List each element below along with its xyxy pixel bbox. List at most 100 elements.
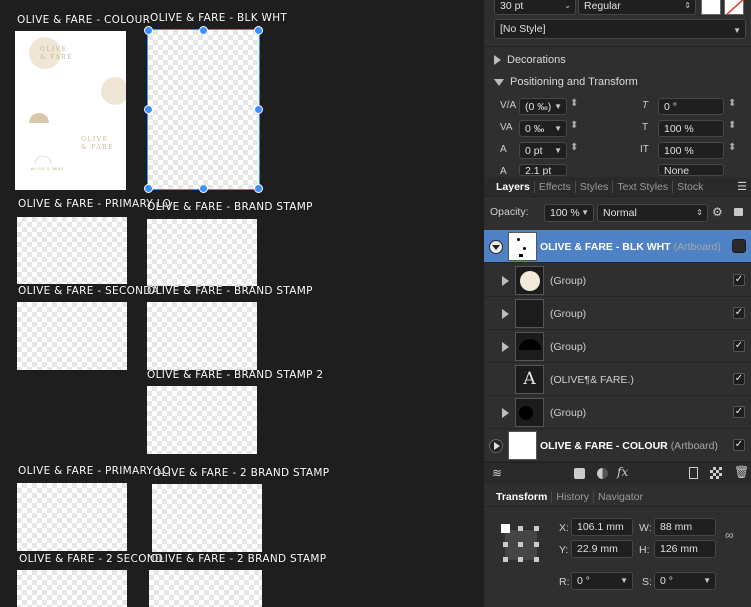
w-field[interactable]: 88 mm [654,518,716,536]
stepper-icon[interactable]: ⬍ [728,120,736,131]
artboard-label-brand-stamp-b[interactable]: OLIVE & FARE - BRAND STAMP [147,285,313,297]
artboard-2-brand-stamp[interactable] [152,484,262,552]
selection-handle-t[interactable] [199,26,208,35]
baseline-field[interactable]: 0 pt ▼ [519,142,567,159]
panel-menu-icon[interactable]: ☰ [737,180,747,193]
blend-mode-select[interactable]: Normal ⇕ [597,204,708,222]
kerning-field[interactable]: (0 ‰) ▼ [519,98,567,115]
artboard-2-secondary[interactable] [17,570,127,607]
artboard-label-colour[interactable]: OLIVE & FARE - COLOUR [17,14,150,26]
caps-field[interactable]: None [658,164,724,176]
mask-icon[interactable] [574,468,585,479]
fx-icon[interactable]: fx [617,465,628,479]
expand-arrow-icon[interactable] [502,276,509,286]
artboard-label-brand-stamp-2[interactable]: OLIVE & FARE - BRAND STAMP 2 [147,369,323,381]
artboard-label-brand-stamp[interactable]: OLIVE & FARE - BRAND STAMP [147,201,313,213]
font-weight-select[interactable]: Regular ⇕ [578,0,696,15]
selection-handle-tr[interactable] [254,26,263,35]
stepper-icon[interactable]: ⬍ [570,98,578,109]
h-field[interactable]: 126 mm [654,540,716,558]
selection-handle-tl[interactable] [144,26,153,35]
artboard-label-2-secondary[interactable]: OLIVE & FARE - 2 SECOND [19,553,163,565]
artboard-blk-wht[interactable] [147,29,260,190]
artboard-label-2-brand-stamp-b[interactable]: OLIVE & FARE - 2 BRAND STAMP [150,553,326,565]
visibility-checkbox[interactable]: ✓ [733,373,745,385]
expand-icon[interactable] [489,439,503,453]
visibility-toggle[interactable] [732,239,746,253]
artboard-label-secondary[interactable]: OLIVE & FARE - SECONDA [18,285,159,297]
stroke-color-swatch[interactable] [724,0,744,15]
tab-styles[interactable]: Styles [576,180,614,193]
layer-row[interactable]: (Group) ✓ [484,396,751,429]
opacity-value: 100 % [550,207,580,219]
trash-icon[interactable]: 🗑 [734,465,749,479]
stepper-icon[interactable]: ⬍ [728,142,736,153]
shear-transform-field[interactable]: 0 ° ▼ [654,572,716,590]
section-positioning[interactable]: Positioning and Transform [484,71,751,93]
layer-row[interactable]: OLIVE & FARE - COLOUR (Artboard) ✓ [484,429,751,462]
pixel-layer-icon[interactable] [710,467,722,479]
rotation-field[interactable]: 0 ° ▼ [571,572,633,590]
expand-arrow-icon[interactable] [502,408,509,418]
artboard-primary-logo-2[interactable] [17,483,127,551]
horizontal-scale-field[interactable]: 100 % [658,120,724,137]
tab-text-styles[interactable]: Text Styles [613,180,674,193]
layer-row[interactable]: (Group) ✓ [484,264,751,297]
layers-stack-icon[interactable]: ≋ [492,466,502,480]
tracking-field[interactable]: 0 ‰ ▼ [519,120,567,137]
layer-row[interactable]: (Group) ✓ [484,297,751,330]
artboard-label-2-brand-stamp[interactable]: OLIVE & FARE - 2 BRAND STAMP [153,467,329,479]
paragraph-style-select[interactable]: [No Style] ▼ [494,19,746,39]
visibility-checkbox[interactable]: ✓ [733,439,745,451]
artboard-brand-stamp-2[interactable] [147,386,257,454]
artboard-primary-logo[interactable] [17,217,127,284]
new-layer-icon[interactable] [689,467,698,479]
gear-icon[interactable]: ⚙ [712,205,723,219]
tab-stock[interactable]: Stock [673,181,707,193]
leading-field[interactable]: 2.1 pt [519,164,567,176]
link-icon[interactable]: ∞ [725,528,734,542]
collapse-icon[interactable] [489,240,503,254]
adjustment-icon[interactable] [597,468,608,479]
artboard-label-blk-wht[interactable]: OLIVE & FARE - BLK WHT [150,12,287,24]
visibility-checkbox[interactable]: ✓ [733,274,745,286]
expand-arrow-icon[interactable] [502,342,509,352]
stepper-icon[interactable]: ⬍ [728,98,736,109]
opacity-field[interactable]: 100 % ▼ [544,204,594,222]
vertical-scale-field[interactable]: 100 % [658,142,724,159]
visibility-checkbox[interactable]: ✓ [733,340,745,352]
anchor-point-selector[interactable] [501,524,541,564]
artboard-secondary[interactable] [17,302,127,370]
y-field[interactable]: 22.9 mm [571,540,633,558]
tab-effects[interactable]: Effects [535,180,576,193]
selection-handle-r[interactable] [254,105,263,114]
artboard-2-brand-stamp-b[interactable] [149,570,262,607]
font-size-field[interactable]: 30 pt ⌄ [494,0,576,15]
tab-history[interactable]: History [552,490,595,503]
artboard-brand-stamp[interactable] [147,219,257,286]
selection-handle-b[interactable] [199,184,208,193]
visibility-checkbox[interactable]: ✓ [733,406,745,418]
selection-handle-l[interactable] [144,105,153,114]
lock-icon[interactable] [734,208,743,216]
layer-row[interactable]: A (OLIVE¶& FARE.) ✓ [484,363,751,396]
section-decorations[interactable]: Decorations [484,49,751,71]
layer-row[interactable]: (Group) ✓ [484,330,751,363]
tab-transform[interactable]: Transform [492,490,553,503]
tab-navigator[interactable]: Navigator [594,491,647,503]
artboard-colour[interactable]: OLIVE & FARE OLIVE & FARE OLIVE & FARE [15,31,126,190]
selection-handle-bl[interactable] [144,184,153,193]
visibility-checkbox[interactable]: ✓ [733,307,745,319]
selection-handle-br[interactable] [254,184,263,193]
artboard-brand-stamp-b[interactable] [147,302,257,370]
artboard-label-primary-logo-2[interactable]: OLIVE & FARE - PRIMARY LO [18,465,171,477]
x-field[interactable]: 106.1 mm [571,518,633,536]
tab-layers[interactable]: Layers [492,180,535,193]
stepper-icon[interactable]: ⬍ [570,120,578,131]
shear-field[interactable]: 0 ° [658,98,724,115]
layer-row[interactable]: OLIVE & FARE - BLK WHT (Artboard) [484,230,751,263]
expand-arrow-icon[interactable] [502,309,509,319]
fill-color-swatch[interactable] [701,0,721,15]
canvas[interactable]: OLIVE & FARE - COLOUR OLIVE & FARE OLIVE… [0,0,484,607]
stepper-icon[interactable]: ⬍ [570,142,578,153]
